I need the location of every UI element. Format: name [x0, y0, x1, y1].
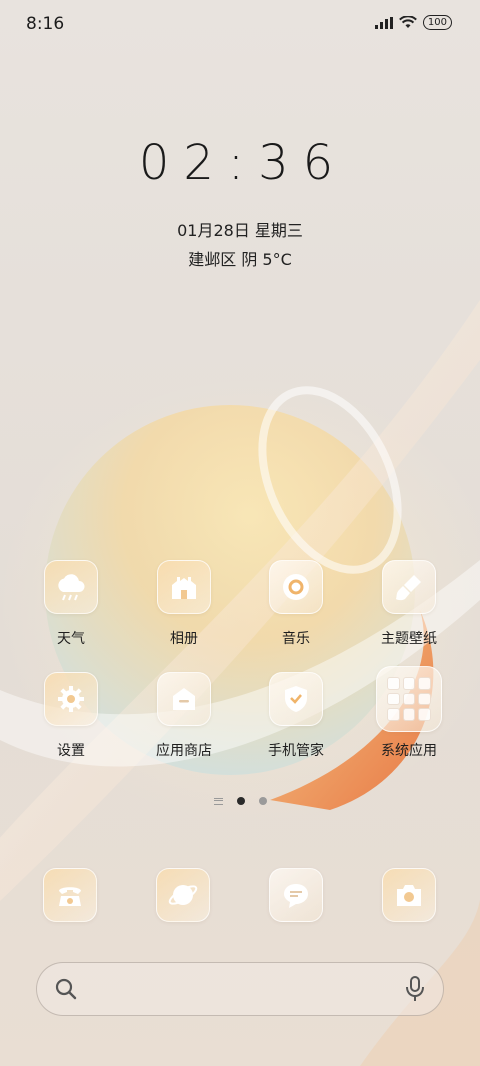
status-icons: 100: [374, 15, 452, 30]
gallery-icon[interactable]: [157, 560, 211, 614]
clock-widget-date[interactable]: 01月28日 星期三: [0, 217, 480, 241]
phone-icon[interactable]: [43, 868, 97, 922]
search-bar[interactable]: [36, 962, 444, 1016]
app-label: 主题壁纸: [381, 631, 437, 647]
clock-widget-weather[interactable]: 建邺区 阴 5°C: [0, 246, 480, 270]
browser-planet-icon[interactable]: [156, 868, 210, 922]
microphone-icon[interactable]: [405, 976, 425, 1002]
app-folder-system[interactable]: 系统应用: [354, 666, 464, 760]
page-dot-active[interactable]: [236, 797, 245, 805]
app-weather[interactable]: 天气: [16, 560, 126, 648]
app-gallery[interactable]: 相册: [129, 560, 239, 648]
list-pages-icon[interactable]: [213, 797, 223, 805]
page-indicator[interactable]: [0, 797, 480, 805]
app-label: 设置: [57, 743, 85, 759]
app-label: 应用商店: [156, 743, 212, 759]
music-icon[interactable]: [269, 560, 323, 614]
messages-icon[interactable]: [269, 868, 323, 922]
dock: [0, 868, 480, 928]
theme-brush-icon[interactable]: [382, 560, 436, 614]
search-icon[interactable]: [55, 978, 77, 1000]
app-theme[interactable]: 主题壁纸: [354, 560, 464, 648]
wifi-icon: [399, 16, 417, 28]
app-label: 系统应用: [381, 743, 437, 759]
app-label: 相册: [170, 631, 198, 647]
camera-icon[interactable]: [382, 868, 436, 922]
app-music[interactable]: 音乐: [241, 560, 351, 648]
status-bar: 8:16 100: [0, 0, 480, 50]
app-label: 天气: [57, 631, 85, 647]
weather-icon[interactable]: [44, 560, 98, 614]
search-input[interactable]: [93, 973, 383, 1005]
app-phone-manager[interactable]: 手机管家: [241, 672, 351, 760]
folder-icon[interactable]: [376, 666, 442, 732]
app-label: 音乐: [282, 631, 310, 647]
app-settings[interactable]: 设置: [16, 672, 126, 760]
gear-icon[interactable]: [44, 672, 98, 726]
status-time: 8:16: [26, 14, 65, 34]
app-store[interactable]: 应用商店: [129, 672, 239, 760]
clock-widget-time[interactable]: 02:36: [0, 135, 480, 191]
shield-icon[interactable]: [269, 672, 323, 726]
page-dot[interactable]: [258, 797, 267, 805]
battery-indicator: 100: [422, 15, 452, 30]
app-store-icon[interactable]: [157, 672, 211, 726]
signal-bars-icon: [374, 16, 393, 29]
app-label: 手机管家: [268, 743, 324, 759]
